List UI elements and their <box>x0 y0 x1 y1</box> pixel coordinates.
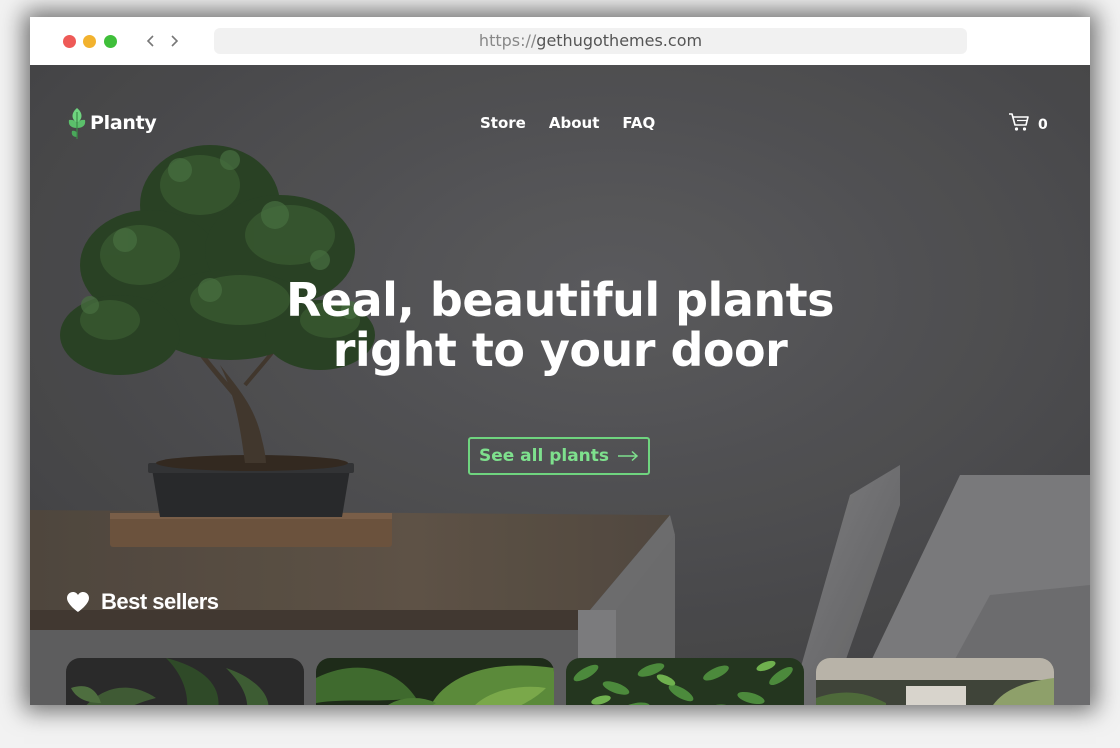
maximize-window-button[interactable] <box>104 35 117 48</box>
screenshot-frame: https://gethugothemes.com Planty Store A… <box>0 0 1120 748</box>
product-card-2[interactable] <box>316 658 554 705</box>
see-all-plants-button[interactable]: See all plants <box>468 437 650 475</box>
main-nav: Store About FAQ <box>480 114 655 132</box>
best-sellers-list <box>66 658 1054 705</box>
hero-headline-line-2: right to your door <box>332 323 788 377</box>
nav-item-store[interactable]: Store <box>480 114 526 132</box>
heart-icon <box>67 592 89 612</box>
product-image-1 <box>66 658 304 705</box>
url-domain: gethugothemes.com <box>536 31 703 50</box>
close-window-button[interactable] <box>63 35 76 48</box>
browser-toolbar: https://gethugothemes.com <box>30 17 1090 65</box>
back-arrow-icon[interactable] <box>143 31 157 51</box>
best-sellers-title: Best sellers <box>101 589 219 614</box>
product-image-4 <box>816 658 1054 705</box>
product-image-3 <box>566 658 804 705</box>
forward-arrow-icon[interactable] <box>168 31 182 51</box>
brand-logo[interactable]: Planty <box>66 105 157 141</box>
address-bar[interactable]: https://gethugothemes.com <box>214 28 967 54</box>
nav-item-faq[interactable]: FAQ <box>622 114 655 132</box>
hero-section: Planty Store About FAQ 0 Real, beautiful… <box>30 65 1090 705</box>
brand-name: Planty <box>90 112 157 134</box>
url-protocol: https:// <box>478 31 537 50</box>
cart-icon <box>1009 113 1029 131</box>
product-card-1[interactable] <box>66 658 304 705</box>
hero-headline-line-1: Real, beautiful plants <box>286 273 835 327</box>
cart-button[interactable]: 0 <box>1008 111 1048 133</box>
browser-window: https://gethugothemes.com Planty Store A… <box>30 17 1090 705</box>
see-all-plants-label: See all plants <box>478 446 610 466</box>
product-image-2 <box>316 658 554 705</box>
product-card-3[interactable] <box>566 658 804 705</box>
hero-headline: Real, beautiful plants right to your doo… <box>30 275 1090 375</box>
minimize-window-button[interactable] <box>83 35 96 48</box>
arrow-right-icon <box>618 450 639 462</box>
nav-item-about[interactable]: About <box>549 114 600 132</box>
cart-count: 0 <box>1038 117 1048 133</box>
best-sellers-heading: Best sellers <box>66 589 219 615</box>
product-card-4[interactable] <box>816 658 1054 705</box>
leaf-logo-icon <box>68 108 86 139</box>
